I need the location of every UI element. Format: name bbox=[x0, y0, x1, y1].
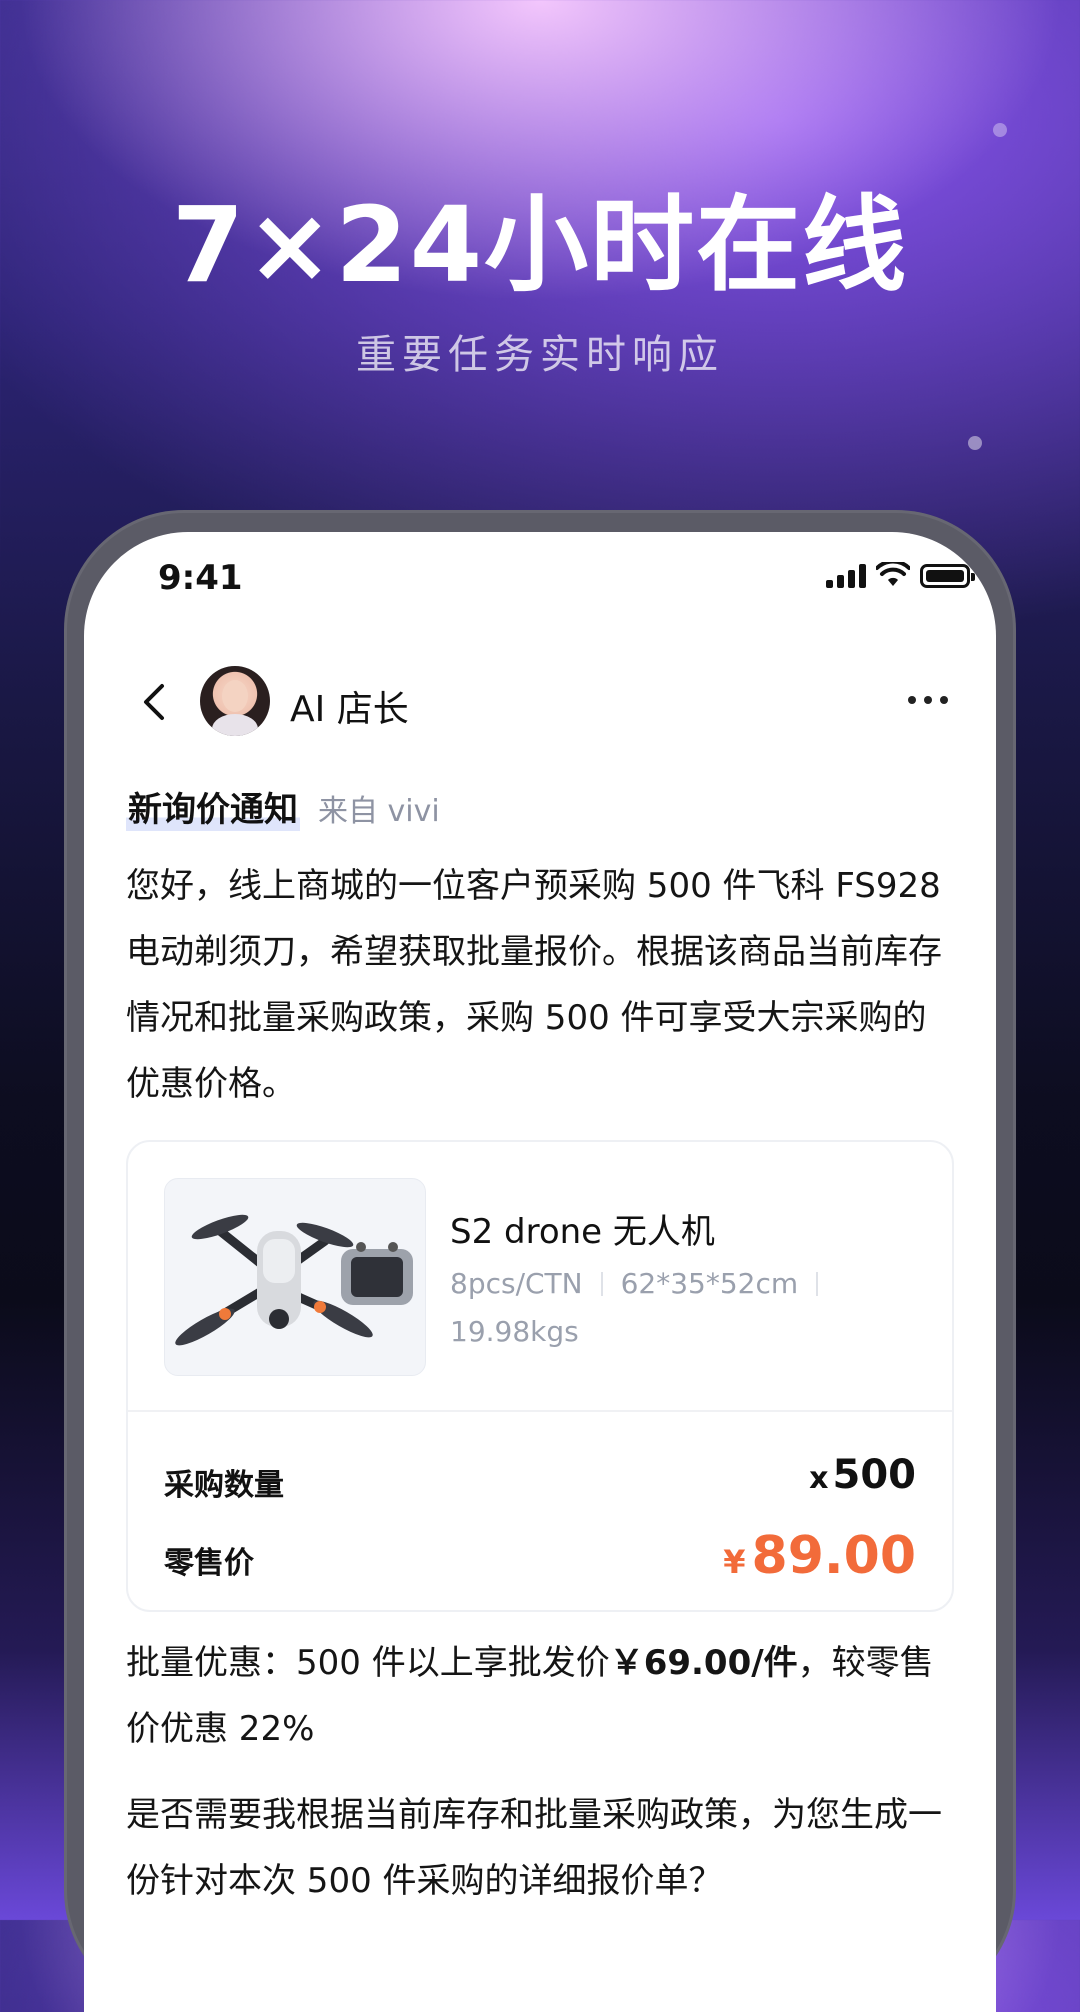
signal-icon bbox=[826, 564, 866, 588]
product-image bbox=[164, 1178, 426, 1376]
spec-size: 62*35*52cm bbox=[620, 1267, 799, 1300]
question-text: 是否需要我根据当前库存和批量采购政策，为您生成一份针对本次 500 件采购的详细… bbox=[126, 1795, 942, 1901]
retail-price: ¥89.00 bbox=[723, 1526, 916, 1586]
hero-title: 7×24小时在线 bbox=[171, 184, 909, 306]
currency-symbol: ¥ bbox=[723, 1543, 746, 1581]
decor-dot bbox=[993, 123, 1007, 137]
message-intro: 您好，线上商城的一位客户预采购 500 件飞科 FS928 电动剃须刀，希望获取… bbox=[126, 866, 942, 1104]
price-label: 零售价 bbox=[164, 1546, 254, 1581]
notice-title: 新询价通知 bbox=[126, 782, 300, 831]
notice-from: 来自 vivi bbox=[318, 794, 440, 829]
quantity-prefix: x bbox=[809, 1461, 829, 1496]
quantity-value: x 500 bbox=[809, 1452, 916, 1498]
chat-title: AI 店长 bbox=[290, 689, 409, 730]
more-icon[interactable] bbox=[908, 696, 948, 704]
quantity-number: 500 bbox=[832, 1452, 917, 1498]
status-icons bbox=[826, 562, 975, 588]
discount-price: ￥69.00/件 bbox=[609, 1643, 798, 1683]
spec-weight: 19.98kgs bbox=[450, 1315, 579, 1348]
quantity-label: 采购数量 bbox=[164, 1468, 284, 1503]
back-arrow-icon[interactable] bbox=[136, 682, 176, 722]
product-card[interactable]: S2 drone 无人机 8pcs/CTN 62*35*52cm 19.98kgs … bbox=[126, 1140, 954, 1612]
price-number: 89.00 bbox=[751, 1526, 916, 1586]
spec-divider bbox=[600, 1272, 603, 1296]
avatar[interactable] bbox=[200, 666, 270, 736]
notice-header: 新询价通知 来自 vivi bbox=[126, 782, 956, 831]
drone-icon bbox=[175, 1214, 413, 1346]
battery-icon bbox=[920, 564, 975, 588]
discount-text: 批量优惠：500 件以上享批发价￥69.00/件，较零售价优惠 22% bbox=[126, 1630, 956, 1762]
spec-divider bbox=[816, 1272, 819, 1296]
product-specs: 8pcs/CTN 62*35*52cm 19.98kgs bbox=[450, 1260, 890, 1356]
spec-pack: 8pcs/CTN bbox=[450, 1267, 583, 1300]
decor-dot bbox=[968, 436, 982, 450]
chat-header: AI 店长 bbox=[84, 652, 996, 752]
product-name: S2 drone 无人机 bbox=[450, 1212, 715, 1252]
discount-prefix: 批量优惠：500 件以上享批发价 bbox=[126, 1643, 610, 1683]
phone-screen: 9:41 AI 店长 新询价通知 来自 vivi 您好，线上商城的一位客户预采购… bbox=[84, 532, 996, 2012]
hero-subtitle: 重要任务实时响应 bbox=[356, 332, 724, 378]
status-time: 9:41 bbox=[158, 558, 243, 598]
wifi-icon bbox=[876, 562, 910, 586]
card-divider bbox=[128, 1410, 952, 1412]
message-body: 新询价通知 来自 vivi 您好，线上商城的一位客户预采购 500 件飞科 FS… bbox=[126, 782, 956, 1117]
